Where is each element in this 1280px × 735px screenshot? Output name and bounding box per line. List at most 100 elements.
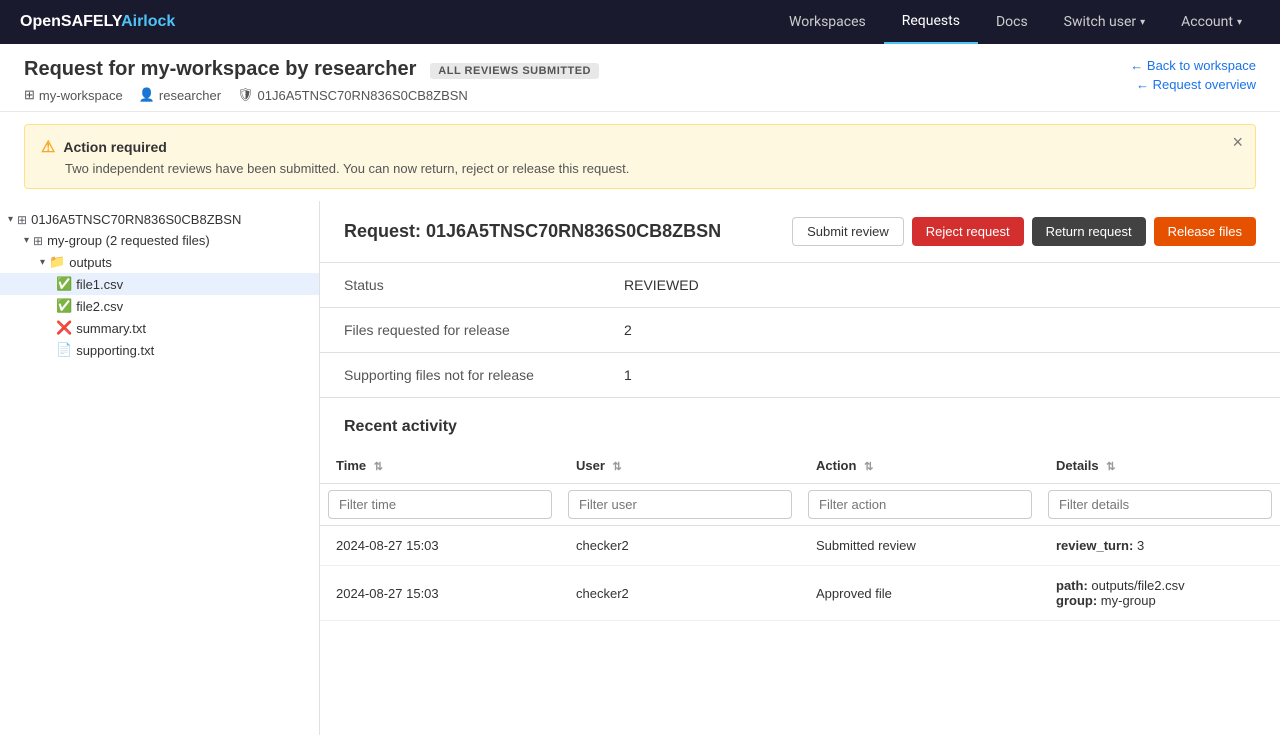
submit-review-button[interactable]: Submit review <box>792 217 904 246</box>
row2-detail-line2: group: my-group <box>1056 593 1264 608</box>
tree-outputs-folder[interactable]: ▾ 📁 outputs <box>0 251 319 273</box>
tree-label-root: 01J6A5TNSC70RN836S0CB8ZBSN <box>31 212 241 227</box>
activity-table: Time ⇅ User ⇅ Action ⇅ Details <box>320 448 1280 621</box>
col-time[interactable]: Time ⇅ <box>320 448 560 484</box>
filter-row <box>320 484 1280 526</box>
folder-icon: 📁 <box>49 254 65 270</box>
file1-ok-icon: ✅ <box>56 276 72 292</box>
breadcrumb: ⊞ my-workspace 👤 researcher 🛡 01J6A5TNSC… <box>24 87 599 103</box>
content-area: Request: 01J6A5TNSC70RN836S0CB8ZBSN Subm… <box>320 201 1280 735</box>
page-header-right: ← Back to workspace ← Request overview <box>1130 58 1256 92</box>
col-user[interactable]: User ⇅ <box>560 448 800 484</box>
row2-user: checker2 <box>560 566 800 621</box>
request-overview-link[interactable]: ← Request overview <box>1130 77 1256 92</box>
nav-brand: OpenSAFELYAirlock <box>20 13 175 31</box>
navbar: OpenSAFELYAirlock Workspaces Requests Do… <box>0 0 1280 44</box>
filter-details-input[interactable] <box>1048 490 1272 519</box>
tree-icon-group: ⊞ <box>33 234 43 248</box>
row1-detail-key: review_turn: <box>1056 538 1133 553</box>
action-sort-icon: ⇅ <box>864 461 873 473</box>
file-tree-sidebar: ▾ ⊞ 01J6A5TNSC70RN836S0CB8ZBSN ▾ ⊞ my-gr… <box>0 201 320 735</box>
reviews-badge: ALL REVIEWS SUBMITTED <box>430 63 599 79</box>
row2-detail-value1: outputs/file2.csv <box>1091 578 1184 593</box>
row2-details: path: outputs/file2.csv group: my-group <box>1040 566 1280 621</box>
alert-message: Two independent reviews have been submit… <box>65 161 1239 176</box>
col-action[interactable]: Action ⇅ <box>800 448 1040 484</box>
tree-toggle-outputs: ▾ <box>40 257 45 268</box>
workspace-icon: ⊞ <box>24 87 35 103</box>
reject-request-button[interactable]: Reject request <box>912 217 1024 246</box>
filter-details-cell <box>1040 484 1280 526</box>
alert-close-button[interactable]: × <box>1232 133 1243 151</box>
table-row: 2024-08-27 15:03 checker2 Approved file … <box>320 566 1280 621</box>
filter-action-input[interactable] <box>808 490 1032 519</box>
breadcrumb-workspace: ⊞ my-workspace <box>24 87 123 103</box>
tree-file1[interactable]: ✅ file1.csv <box>0 273 319 295</box>
tree-file2[interactable]: ✅ file2.csv <box>0 295 319 317</box>
switch-user-dropdown[interactable]: Switch user ▾ <box>1046 0 1163 44</box>
account-dropdown[interactable]: Account ▾ <box>1163 0 1260 44</box>
supporting-neutral-icon: 📄 <box>56 342 72 358</box>
supporting-row: Supporting files not for release 1 <box>320 353 1280 398</box>
tree-root[interactable]: ▾ ⊞ 01J6A5TNSC70RN836S0CB8ZBSN <box>0 209 319 230</box>
files-value: 2 <box>600 308 1280 353</box>
nav-workspaces[interactable]: Workspaces <box>771 0 884 44</box>
supporting-label: Supporting files not for release <box>320 353 600 398</box>
main-layout: ▾ ⊞ 01J6A5TNSC70RN836S0CB8ZBSN ▾ ⊞ my-gr… <box>0 201 1280 735</box>
release-files-button[interactable]: Release files <box>1154 217 1256 246</box>
status-row: Status REVIEWED <box>320 263 1280 308</box>
request-header: Request: 01J6A5TNSC70RN836S0CB8ZBSN Subm… <box>320 201 1280 263</box>
tree-label-outputs: outputs <box>69 255 112 270</box>
row2-detail-key1: path: <box>1056 578 1088 593</box>
request-action-buttons: Submit review Reject request Return requ… <box>792 217 1256 246</box>
supporting-value: 1 <box>600 353 1280 398</box>
row2-detail-value2: my-group <box>1101 593 1156 608</box>
tree-label-summary: summary.txt <box>76 321 146 336</box>
row2-detail-key2: group: <box>1056 593 1097 608</box>
tree-supporting[interactable]: 📄 supporting.txt <box>0 339 319 361</box>
tree-toggle-group: ▾ <box>24 235 29 246</box>
tree-icon-root: ⊞ <box>17 213 27 227</box>
action-alert: ⚠ Action required Two independent review… <box>24 124 1256 189</box>
back-to-workspace-link[interactable]: ← Back to workspace <box>1130 58 1256 73</box>
filter-action-cell <box>800 484 1040 526</box>
switch-user-chevron-icon: ▾ <box>1140 17 1145 28</box>
alert-warning-icon: ⚠ <box>41 137 55 157</box>
user-icon: 👤 <box>139 87 155 103</box>
nav-requests[interactable]: Requests <box>884 0 978 44</box>
row2-detail-line1: path: outputs/file2.csv <box>1056 578 1264 593</box>
filter-time-cell <box>320 484 560 526</box>
breadcrumb-user: 👤 researcher <box>139 87 221 103</box>
tree-summary[interactable]: ❌ summary.txt <box>0 317 319 339</box>
time-sort-icon: ⇅ <box>374 461 383 473</box>
col-details[interactable]: Details ⇅ <box>1040 448 1280 484</box>
status-value: REVIEWED <box>600 263 1280 308</box>
tree-group[interactable]: ▾ ⊞ my-group (2 requested files) <box>0 230 319 251</box>
row1-time: 2024-08-27 15:03 <box>320 526 560 566</box>
tree-label-file2: file2.csv <box>76 299 123 314</box>
account-chevron-icon: ▾ <box>1237 17 1242 28</box>
row1-action: Submitted review <box>800 526 1040 566</box>
request-title: Request: 01J6A5TNSC70RN836S0CB8ZBSN <box>344 221 721 242</box>
user-sort-icon: ⇅ <box>613 461 622 473</box>
tree-label-supporting: supporting.txt <box>76 343 154 358</box>
row1-user: checker2 <box>560 526 800 566</box>
files-label: Files requested for release <box>320 308 600 353</box>
id-icon: 🛡 <box>237 87 254 103</box>
recent-activity-section: Recent activity Time ⇅ User ⇅ Action <box>320 398 1280 621</box>
return-request-button[interactable]: Return request <box>1032 217 1146 246</box>
filter-user-cell <box>560 484 800 526</box>
page-header: Request for my-workspace by researcher A… <box>0 44 1280 112</box>
filter-time-input[interactable] <box>328 490 552 519</box>
page-title: Request for my-workspace by researcher <box>24 58 416 80</box>
row2-time: 2024-08-27 15:03 <box>320 566 560 621</box>
filter-user-input[interactable] <box>568 490 792 519</box>
breadcrumb-id: 🛡 01J6A5TNSC70RN836S0CB8ZBSN <box>237 87 468 103</box>
nav-docs[interactable]: Docs <box>978 0 1046 44</box>
alert-title: ⚠ Action required <box>41 137 1239 157</box>
tree-label-group: my-group (2 requested files) <box>47 233 210 248</box>
activity-section-title: Recent activity <box>320 398 1280 448</box>
tree-toggle-root: ▾ <box>8 214 13 225</box>
page-header-left: Request for my-workspace by researcher A… <box>24 58 599 103</box>
row1-details: review_turn: 3 <box>1040 526 1280 566</box>
